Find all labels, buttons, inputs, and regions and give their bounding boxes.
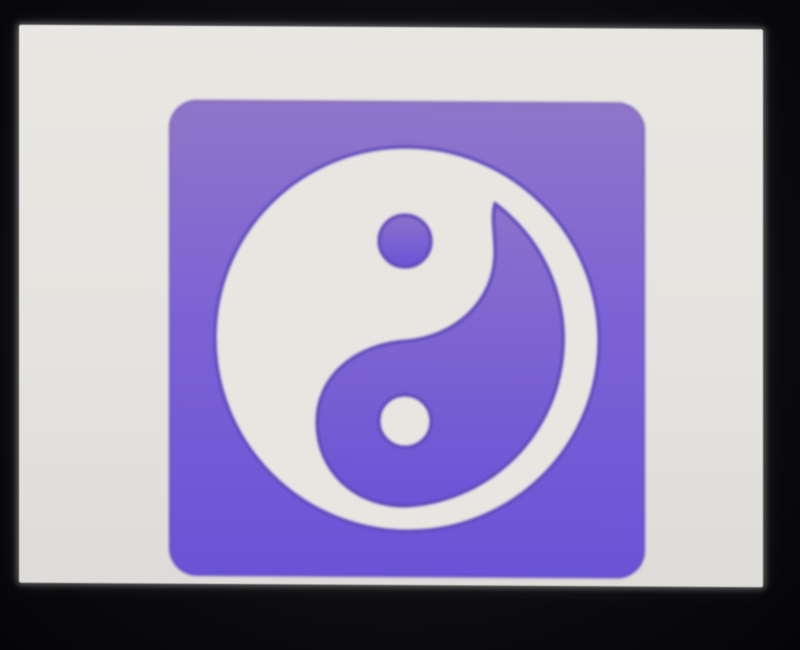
display-screen <box>19 24 763 588</box>
yin-yang-icon <box>213 145 601 533</box>
yin-yang-app-tile[interactable] <box>169 99 645 579</box>
